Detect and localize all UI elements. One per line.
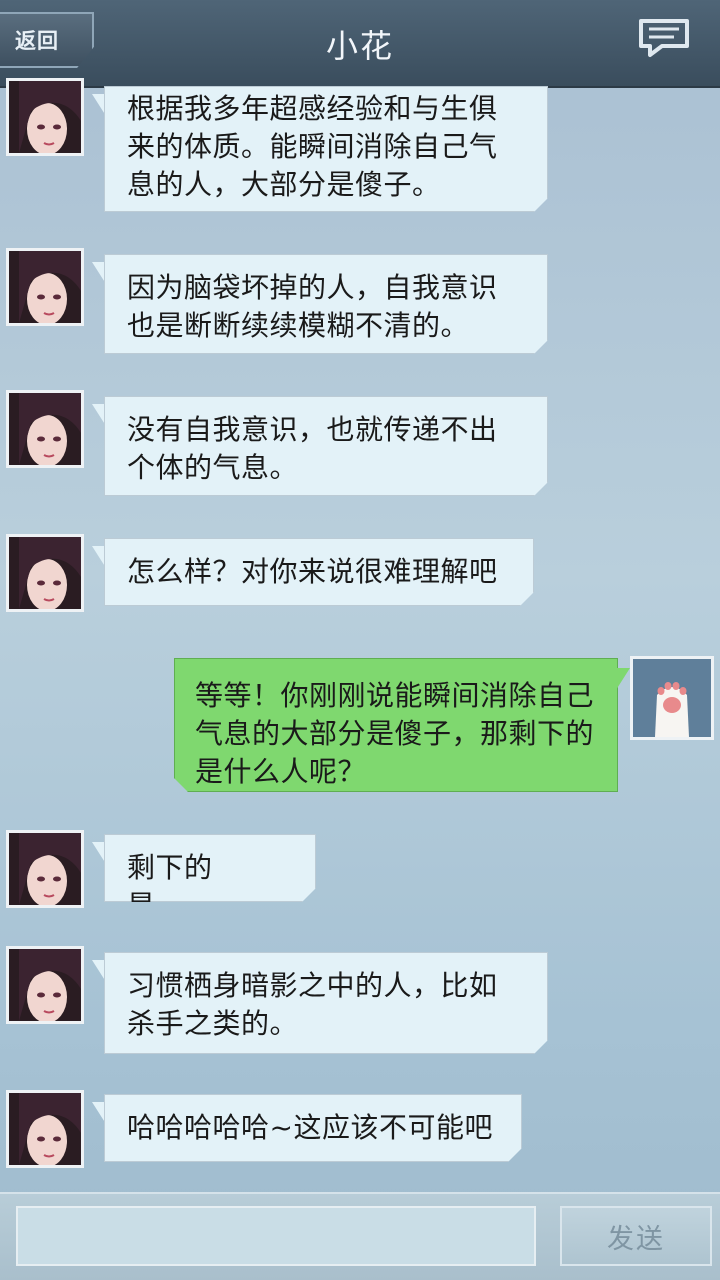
bubble-pointer xyxy=(92,404,106,426)
send-button-label: 发送 xyxy=(607,1223,665,1255)
message-text: 因为脑袋坏掉的人，自我意识也是断断续续模糊不清的。 xyxy=(127,271,498,342)
message-bubble-incoming[interactable]: 习惯栖身暗影之中的人，比如杀手之类的。 xyxy=(104,952,548,1054)
bubble-pointer xyxy=(92,960,106,982)
bubble-pointer xyxy=(92,842,106,864)
contact-avatar[interactable] xyxy=(6,78,84,156)
bubble-pointer xyxy=(92,546,106,568)
message-text: 没有自我意识，也就传递不出个体的气息。 xyxy=(127,413,498,484)
user-avatar[interactable] xyxy=(630,656,714,740)
contact-avatar[interactable] xyxy=(6,830,84,908)
message-bubble-incoming[interactable]: 根据我多年超感经验和与生俱来的体质。能瞬间消除自己气息的人，大部分是傻子。 xyxy=(104,86,548,212)
bubble-pointer xyxy=(92,1102,106,1124)
back-button[interactable]: 返回 xyxy=(0,12,94,68)
bubble-pointer xyxy=(92,262,106,284)
contact-avatar[interactable] xyxy=(6,946,84,1024)
message-text: 根据我多年超感经验和与生俱来的体质。能瞬间消除自己气息的人，大部分是傻子。 xyxy=(127,92,498,201)
message-bubble-incoming[interactable]: 哈哈哈哈哈~这应该不可能吧~ xyxy=(104,1094,522,1162)
contact-avatar[interactable] xyxy=(6,534,84,612)
message-text: 哈哈哈哈哈~这应该不可能吧~ xyxy=(127,1111,493,1182)
contact-avatar[interactable] xyxy=(6,248,84,326)
cat-paw-icon xyxy=(633,659,711,737)
message-bubble-incoming[interactable]: 剩下的是…… xyxy=(104,834,316,902)
back-button-label: 返回 xyxy=(15,29,59,53)
message-text: 怎么样？对你来说很难理解吧~ xyxy=(127,555,498,626)
message-bubble-incoming[interactable]: 怎么样？对你来说很难理解吧~ xyxy=(104,538,534,606)
message-bubble-incoming[interactable]: 没有自我意识，也就传递不出个体的气息。 xyxy=(104,396,548,496)
message-input[interactable] xyxy=(16,1206,536,1266)
header-bar: 返回 小花 xyxy=(0,0,720,88)
contact-avatar[interactable] xyxy=(6,390,84,468)
contact-avatar[interactable] xyxy=(6,1090,84,1168)
send-button[interactable]: 发送 xyxy=(560,1206,712,1266)
message-text: 等等！你刚刚说能瞬间消除自己气息的大部分是傻子，那剩下的是什么人呢？ xyxy=(195,679,595,788)
message-text: 剩下的是…… xyxy=(127,851,213,922)
bubble-pointer xyxy=(92,94,106,116)
message-text: 习惯栖身暗影之中的人，比如杀手之类的。 xyxy=(127,969,498,1040)
composer-bar: 发送 xyxy=(0,1192,720,1280)
chat-title: 小花 xyxy=(325,27,394,65)
chat-bubble-icon[interactable] xyxy=(638,18,690,58)
message-bubble-outgoing[interactable]: 等等！你刚刚说能瞬间消除自己气息的大部分是傻子，那剩下的是什么人呢？ xyxy=(174,658,618,792)
bubble-pointer xyxy=(616,668,630,690)
message-bubble-incoming[interactable]: 因为脑袋坏掉的人，自我意识也是断断续续模糊不清的。 xyxy=(104,254,548,354)
